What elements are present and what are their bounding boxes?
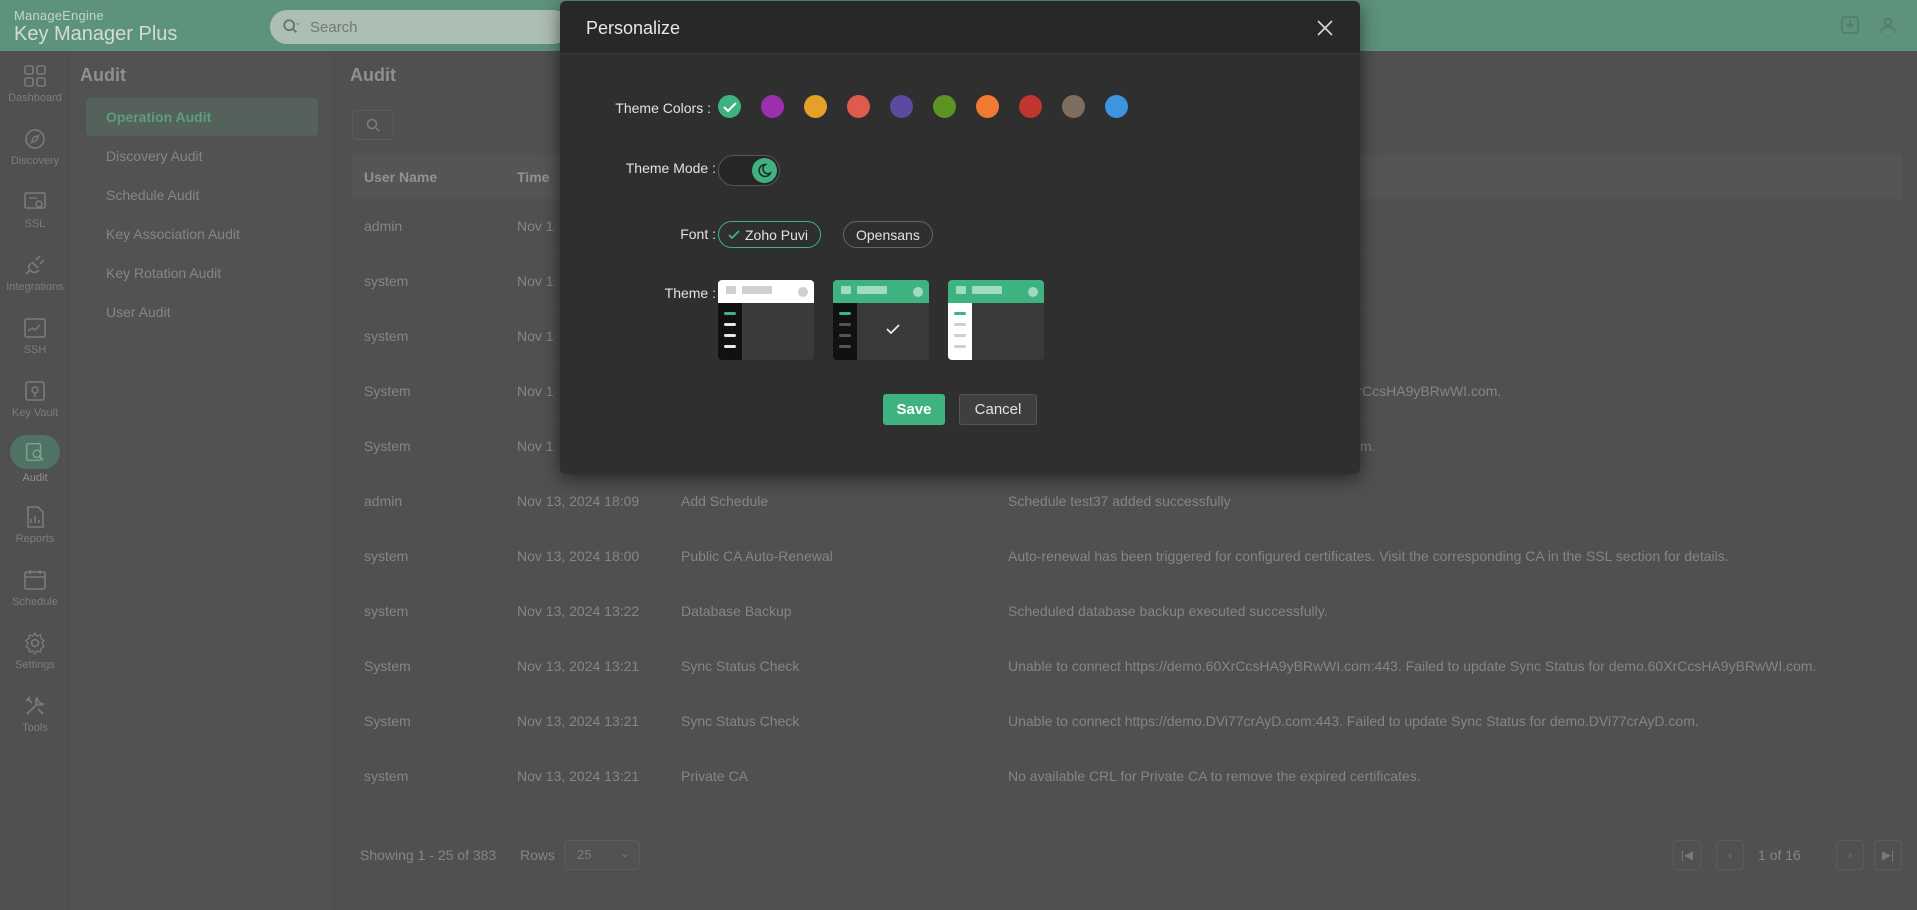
preview-block [972,286,1002,294]
preview-line [954,345,966,348]
theme-option-green-light[interactable] [948,280,1044,360]
theme-color-swatch[interactable] [761,95,784,118]
font-option-label: Opensans [856,226,920,243]
dialog-title: Personalize [586,18,681,38]
theme-label: Theme : [664,285,716,301]
theme-preview-bar [948,280,1044,303]
preview-block [742,286,772,294]
preview-block [726,286,736,294]
font-option-zoho-puvi[interactable]: Zoho Puvi [718,221,822,248]
moon-icon [758,163,773,178]
theme-color-swatch[interactable] [1062,95,1085,118]
font-option-label: Zoho Puvi [745,226,809,243]
font-option-opensans[interactable]: Opensans [843,221,933,248]
preview-line [839,334,851,337]
preview-line [954,312,966,315]
theme-preview-sidebar [833,303,857,360]
toggle-knob [752,158,777,183]
preview-dot [913,287,923,297]
preview-line [839,312,851,315]
theme-color-swatch[interactable] [718,95,741,118]
font-label: Font : [680,226,716,242]
theme-mode-label: Theme Mode : [625,160,716,176]
check-icon [728,229,740,239]
theme-preview-bar [718,280,814,303]
theme-mode-toggle[interactable] [718,155,780,186]
theme-color-swatch[interactable] [847,95,870,118]
theme-preview-sidebar [718,303,742,360]
theme-color-swatch[interactable] [804,95,827,118]
theme-color-swatch[interactable] [1105,95,1128,118]
theme-colors-label: Theme Colors : [615,100,711,116]
preview-line [954,334,966,337]
preview-line [724,312,736,315]
theme-color-swatch[interactable] [976,95,999,118]
preview-block [956,286,966,294]
close-icon[interactable] [1316,19,1334,37]
theme-color-swatch[interactable] [1019,95,1042,118]
theme-option-green-dark[interactable] [833,280,929,360]
check-icon [886,324,900,335]
preview-line [724,345,736,348]
dialog-header: Personalize [560,1,1360,54]
theme-preview-body [972,303,1044,360]
theme-color-swatch[interactable] [933,95,956,118]
check-icon [723,102,737,113]
cancel-button[interactable]: Cancel [959,394,1037,425]
preview-block [857,286,887,294]
theme-color-swatch[interactable] [890,95,913,118]
theme-preview-sidebar [948,303,972,360]
theme-preview-body [742,303,814,360]
preview-line [954,323,966,326]
theme-preview-body [857,303,929,360]
preview-dot [1028,287,1038,297]
preview-line [839,345,851,348]
preview-dot [798,287,808,297]
personalize-dialog: Personalize Theme Colors : Theme Mode : … [560,1,1360,474]
save-button[interactable]: Save [883,394,945,425]
preview-line [724,334,736,337]
preview-block [841,286,851,294]
preview-line [724,323,736,326]
theme-preview-bar [833,280,929,303]
theme-option-light[interactable] [718,280,814,360]
preview-line [839,323,851,326]
